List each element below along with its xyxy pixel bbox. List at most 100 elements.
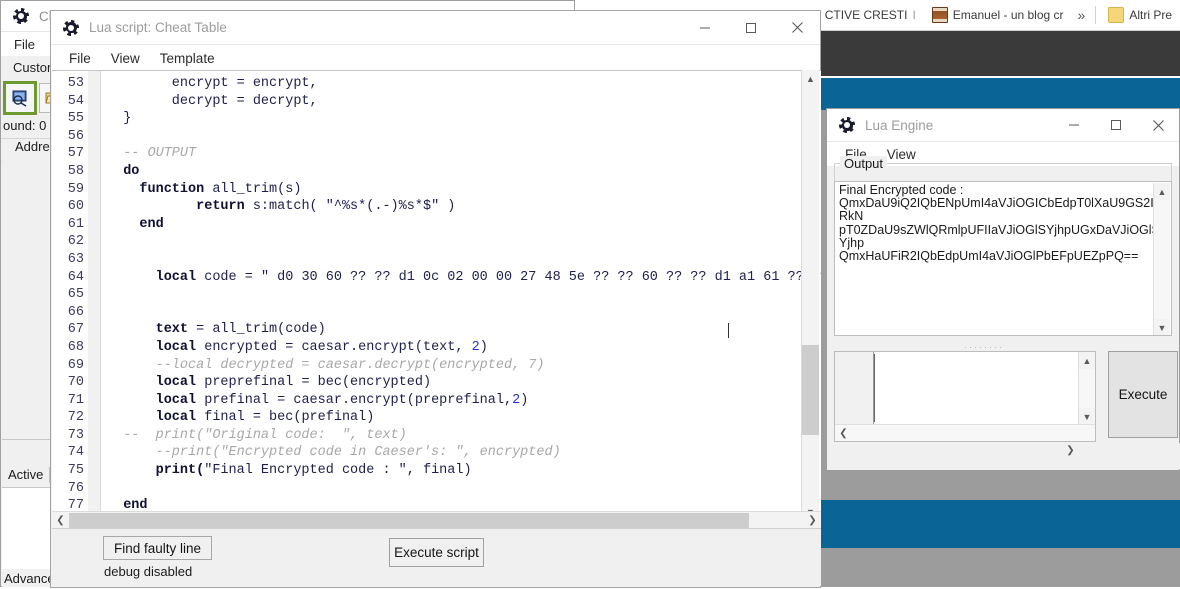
code-line[interactable]	[107, 286, 821, 304]
code-line[interactable]: }	[107, 110, 821, 128]
scroll-right-icon[interactable]: ❯	[1062, 442, 1079, 459]
code-line[interactable]: local preprefinal = bec(encrypted)	[107, 374, 821, 392]
menu-view[interactable]: View	[101, 49, 150, 68]
scroll-left-icon[interactable]: ❮	[835, 425, 852, 442]
find-faulty-line-button[interactable]: Find faulty line	[103, 536, 212, 560]
code-token: 2	[472, 340, 480, 355]
horizontal-scroll-thumb[interactable]	[69, 513, 749, 528]
scroll-up-icon[interactable]: ▲	[802, 70, 819, 87]
code-text-area[interactable]: encrypt = encrypt, decrypt = decrypt, } …	[101, 71, 821, 521]
close-button[interactable]	[1137, 109, 1179, 141]
code-line[interactable]: decrypt = decrypt,	[107, 93, 821, 111]
minimize-button[interactable]	[682, 11, 728, 44]
lua-script-titlebar[interactable]: Lua script: Cheat Table	[51, 11, 820, 45]
process-select-button[interactable]	[5, 83, 35, 113]
code-line[interactable]	[107, 480, 821, 498]
scroll-down-icon[interactable]: ▼	[1154, 319, 1170, 336]
code-line[interactable]: local prefinal = caesar.encrypt(preprefi…	[107, 392, 821, 410]
code-line[interactable]	[107, 128, 821, 146]
code-token: local	[156, 375, 197, 390]
lua-engine-titlebar[interactable]: Lua Engine	[827, 109, 1179, 142]
maximize-button[interactable]	[1095, 109, 1137, 141]
output-text: Final Encrypted code : QmxDaU9iQ2IQbENpU…	[835, 182, 1171, 265]
code-token	[107, 217, 139, 232]
line-number: 56	[52, 128, 84, 146]
vertical-scroll-thumb[interactable]	[802, 345, 819, 435]
code-token: "^%s*(.-)%s*$"	[326, 199, 439, 214]
minimize-button[interactable]	[1053, 109, 1095, 141]
code-line[interactable]	[107, 304, 821, 322]
line-number: 66	[52, 304, 84, 322]
editor-horizontal-scrollbar[interactable]: ❮ ❯	[52, 511, 821, 529]
code-token: )	[439, 199, 455, 214]
lua-engine-window[interactable]: Lua Engine File View Output Final Encryp…	[826, 108, 1180, 471]
code-token: s:match(	[245, 199, 326, 214]
code-line[interactable]: local final = bec(prefinal)	[107, 409, 821, 427]
bookmark-label: CTIVE CRESTI	[825, 8, 908, 22]
line-number: 62	[52, 233, 84, 251]
input-vertical-scrollbar[interactable]: ▲ ▼	[1078, 352, 1095, 425]
line-number: 68	[52, 339, 84, 357]
code-line[interactable]: -- print("Original code: ", text)	[107, 427, 821, 445]
bookmark-item-altri[interactable]: Altri Pre	[1100, 0, 1180, 30]
code-line[interactable]: local encrypted = caesar.encrypt(text, 2…	[107, 339, 821, 357]
code-line[interactable]: local code = " d0 30 60 ?? ?? d1 0c 02 0…	[107, 269, 821, 287]
lua-script-menubar: File View Template	[51, 45, 820, 72]
menu-template[interactable]: Template	[150, 49, 225, 68]
gutter-separator	[88, 71, 101, 521]
line-number: 57	[52, 145, 84, 163]
code-token: = all_trim(code)	[188, 322, 326, 337]
code-line[interactable]: encrypt = encrypt,	[107, 75, 821, 93]
lua-script-editor[interactable]: 5354555657585960616263646566676869707172…	[52, 70, 821, 521]
output-vertical-scrollbar[interactable]: ▲ ▼	[1153, 183, 1170, 336]
bookmark-item-emanuel[interactable]: Emanuel - un blog cr	[924, 0, 1072, 30]
execute-script-button[interactable]: Execute script	[389, 538, 484, 567]
scroll-up-icon[interactable]: ▲	[1079, 352, 1095, 369]
input-horizontal-scrollbar[interactable]: ❮ ❯	[835, 424, 1095, 441]
bookmark-overflow-icon[interactable]: »	[1072, 7, 1092, 23]
code-token: -- OUTPUT	[107, 146, 196, 161]
code-token: final = bec(prefinal)	[196, 410, 374, 425]
code-line[interactable]	[107, 233, 821, 251]
execute-button[interactable]: Execute	[1108, 351, 1178, 438]
code-line[interactable]: print("Final Encrypted code : ", final)	[107, 462, 821, 480]
code-line[interactable]: end	[107, 216, 821, 234]
line-number: 59	[52, 181, 84, 199]
lua-script-window[interactable]: Lua script: Cheat Table File View Templa…	[50, 10, 821, 588]
code-token: all_trim(s)	[204, 182, 301, 197]
code-line[interactable]: --print("Encrypted code in Caeser's: ", …	[107, 444, 821, 462]
code-line[interactable]: -- OUTPUT	[107, 145, 821, 163]
scroll-right-icon[interactable]: ❯	[804, 512, 821, 529]
input-caret	[874, 354, 875, 422]
bookmark-label: Emanuel - un blog cr	[953, 8, 1064, 22]
line-number: 64	[52, 269, 84, 287]
menu-file[interactable]: File	[7, 36, 42, 53]
menu-file[interactable]: File	[59, 49, 101, 68]
code-line[interactable]: return s:match( "^%s*(.-)%s*$" )	[107, 198, 821, 216]
line-number: 69	[52, 357, 84, 375]
scroll-left-icon[interactable]: ❮	[52, 512, 69, 529]
maximize-button[interactable]	[728, 11, 774, 44]
close-button[interactable]	[774, 11, 820, 44]
code-line[interactable]: --local decrypted = caesar.decrypt(encry…	[107, 357, 821, 375]
code-token: text	[156, 322, 188, 337]
code-line[interactable]	[107, 251, 821, 269]
code-token: , final)	[407, 463, 472, 478]
editor-vertical-scrollbar[interactable]: ▲ ▼	[801, 70, 819, 520]
line-number: 63	[52, 251, 84, 269]
divider	[1095, 6, 1096, 24]
book-icon	[932, 7, 948, 23]
code-token	[107, 410, 156, 425]
column-active[interactable]: Active	[2, 467, 50, 483]
lua-gear-icon	[11, 6, 31, 26]
scroll-down-icon[interactable]: ▼	[1079, 408, 1095, 425]
code-line[interactable]: text = all_trim(code)	[107, 321, 821, 339]
lua-input-editor[interactable]: ▲ ▼ ❮ ❯	[834, 351, 1096, 442]
code-token: local	[156, 410, 197, 425]
output-group: Output Final Encrypted code : QmxDaU9iQ2…	[834, 165, 1172, 442]
bookmark-item-crestii[interactable]: CTIVE CRESTII	[817, 0, 924, 30]
scroll-up-icon[interactable]: ▲	[1154, 183, 1170, 200]
code-line[interactable]: function all_trim(s)	[107, 181, 821, 199]
code-line[interactable]: do	[107, 163, 821, 181]
output-textbox[interactable]: Final Encrypted code : QmxDaU9iQ2IQbENpU…	[834, 181, 1172, 336]
